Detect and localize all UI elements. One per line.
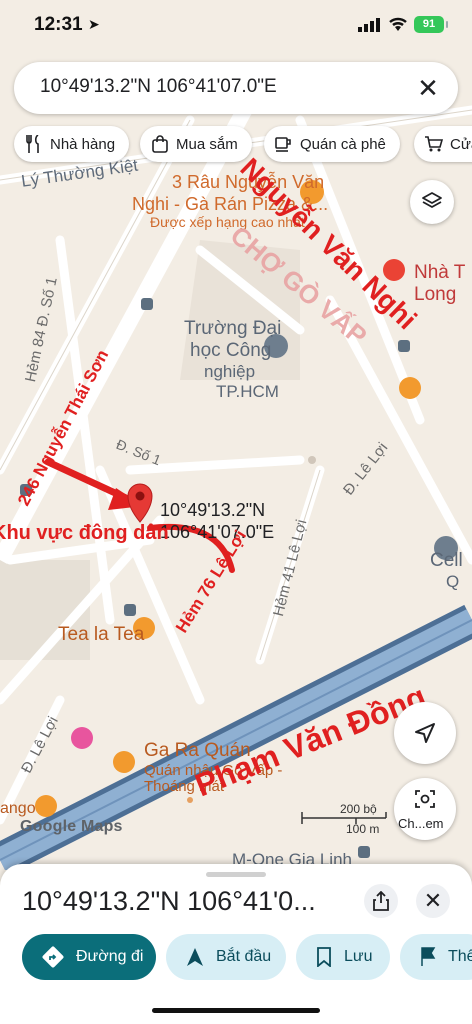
- layers-button[interactable]: [410, 180, 454, 224]
- navigation-arrow-icon: [415, 723, 435, 743]
- chip-restaurants[interactable]: Nhà hàng: [14, 126, 130, 162]
- chip-label: Nhà hàng: [50, 135, 116, 153]
- chip-shopping[interactable]: Mua sắm: [140, 126, 252, 162]
- close-icon[interactable]: ✕: [412, 72, 444, 104]
- button-label: Đường đi: [76, 948, 144, 965]
- map-scale: 200 bộ 100 m: [300, 802, 390, 838]
- pin-label: 10°49'13.2"N: [160, 500, 266, 520]
- signal-icon: [358, 18, 380, 32]
- place-label: học Công: [190, 340, 272, 361]
- shopping-bag-icon: [150, 135, 170, 153]
- location-arrow-icon: ➤: [88, 16, 100, 32]
- close-sheet-button[interactable]: ✕: [416, 884, 450, 918]
- lens-button[interactable]: Ch...em: [394, 778, 456, 840]
- start-button[interactable]: Bắt đầu: [166, 934, 286, 980]
- place-label: Cell: [430, 550, 463, 571]
- sheet-drag-handle[interactable]: [206, 872, 266, 877]
- add-label-button[interactable]: Thê: [400, 934, 472, 980]
- chip-label: Mua sắm: [176, 135, 238, 153]
- place-label: Nhà T: [414, 262, 466, 283]
- chip-label: Quán cà phê: [300, 135, 386, 153]
- my-location-button[interactable]: [394, 702, 456, 764]
- wifi-icon: [389, 17, 407, 31]
- pin-label: 106°41'07.0"E: [160, 522, 275, 542]
- scale-label-meters: 100 m: [346, 822, 380, 836]
- camera-lens-icon: [415, 790, 435, 808]
- navigation-icon: [186, 947, 204, 967]
- flag-icon: [420, 947, 436, 967]
- status-bar: 12:31 ➤ 91: [0, 0, 472, 54]
- place-label: ango: [0, 800, 36, 817]
- home-indicator: [152, 1008, 320, 1013]
- lens-label: Ch...em: [398, 816, 444, 831]
- close-icon: ✕: [423, 888, 443, 913]
- chip-coffee[interactable]: Quán cà phê: [264, 126, 400, 162]
- cart-icon: [424, 136, 444, 152]
- annotation-khu-vuc: Khu vực đông dân: [0, 522, 169, 544]
- button-label: Lưu: [344, 948, 373, 965]
- search-query[interactable]: 10°49'13.2"N 106°41'07.0"E: [40, 76, 277, 98]
- layers-icon: [422, 192, 442, 208]
- place-label: Tea la Tea: [58, 624, 145, 645]
- directions-icon: [42, 946, 64, 968]
- search-bar[interactable]: 10°49'13.2"N 106°41'07.0"E ✕: [14, 62, 458, 114]
- place-label: Trường Đại: [184, 318, 282, 339]
- save-button[interactable]: Lưu: [296, 934, 390, 980]
- chip-stores[interactable]: Cửa: [414, 126, 472, 162]
- button-label: Thê: [448, 948, 472, 965]
- restaurant-icon: [24, 135, 44, 153]
- google-maps-logo: Google Maps: [20, 818, 123, 835]
- place-label: Long: [414, 284, 457, 305]
- bookmark-icon: [316, 947, 332, 967]
- place-label: nghiệp: [204, 362, 256, 381]
- place-title: 10°49'13.2"N 106°41'0...: [22, 886, 316, 916]
- chip-label: Cửa: [450, 135, 472, 153]
- place-label: Q: [446, 572, 460, 591]
- battery-icon: 91: [414, 16, 448, 33]
- place-bottom-sheet[interactable]: 10°49'13.2"N 106°41'0... ✕ Đường đi Bắt …: [0, 864, 472, 1024]
- share-icon: [373, 891, 389, 911]
- directions-button[interactable]: Đường đi: [22, 934, 156, 980]
- category-chips: Nhà hàng Mua sắm Quán cà phê Cửa: [0, 126, 472, 164]
- status-time: 12:31: [34, 14, 83, 35]
- share-button[interactable]: [364, 884, 398, 918]
- button-label: Bắt đầu: [216, 948, 272, 965]
- place-label: TP.HCM: [216, 382, 279, 401]
- coffee-icon: [274, 136, 294, 152]
